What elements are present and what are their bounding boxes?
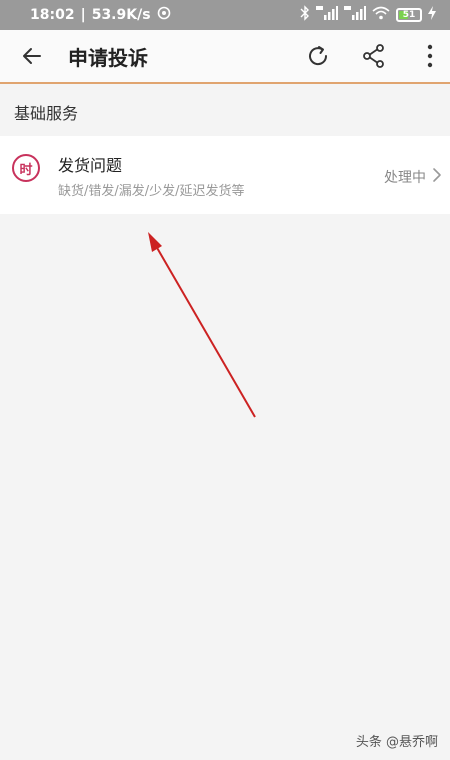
charging-icon <box>428 6 436 24</box>
more-vertical-icon[interactable] <box>420 42 440 70</box>
page-title: 申请投诉 <box>68 46 148 70</box>
bluetooth-icon <box>300 5 310 25</box>
item-title: 发货问题 <box>58 156 123 175</box>
chevron-right-icon <box>430 167 444 183</box>
signal-icon-2 <box>344 5 366 25</box>
item-status: 处理中 <box>384 170 426 186</box>
status-time: 18:02 <box>30 7 75 23</box>
wifi-icon <box>372 6 390 24</box>
status-separator: | <box>80 7 86 23</box>
battery-level: 51 <box>402 10 416 20</box>
status-right: 51 <box>300 5 436 25</box>
battery-icon: 51 <box>396 8 422 22</box>
watermark: 头条 @悬乔啊 <box>355 735 438 750</box>
section-label: 基础服务 <box>14 104 79 123</box>
back-arrow-icon[interactable] <box>20 44 44 68</box>
status-left: 18:02 | 53.9K/s <box>30 6 171 24</box>
refresh-icon[interactable] <box>304 42 332 70</box>
item-subtitle: 缺货/错发/漏发/少发/延迟发货等 <box>58 184 245 199</box>
network-speed: 53.9K/s <box>91 7 151 23</box>
status-bar: 18:02 | 53.9K/s 51 <box>0 0 450 30</box>
section-header: 基础服务 <box>0 84 450 136</box>
share-icon[interactable] <box>360 42 388 70</box>
annotation-arrow-head <box>148 232 162 252</box>
signal-icon <box>316 5 338 25</box>
annotation-arrow-shaft <box>155 245 256 418</box>
list-item-shipping-issue[interactable]: 时 发货问题 缺货/错发/漏发/少发/延迟发货等 处理中 <box>0 136 450 214</box>
vpn-icon <box>157 6 171 24</box>
clock-badge-icon: 时 <box>12 154 40 182</box>
app-bar: 申请投诉 <box>0 30 450 84</box>
